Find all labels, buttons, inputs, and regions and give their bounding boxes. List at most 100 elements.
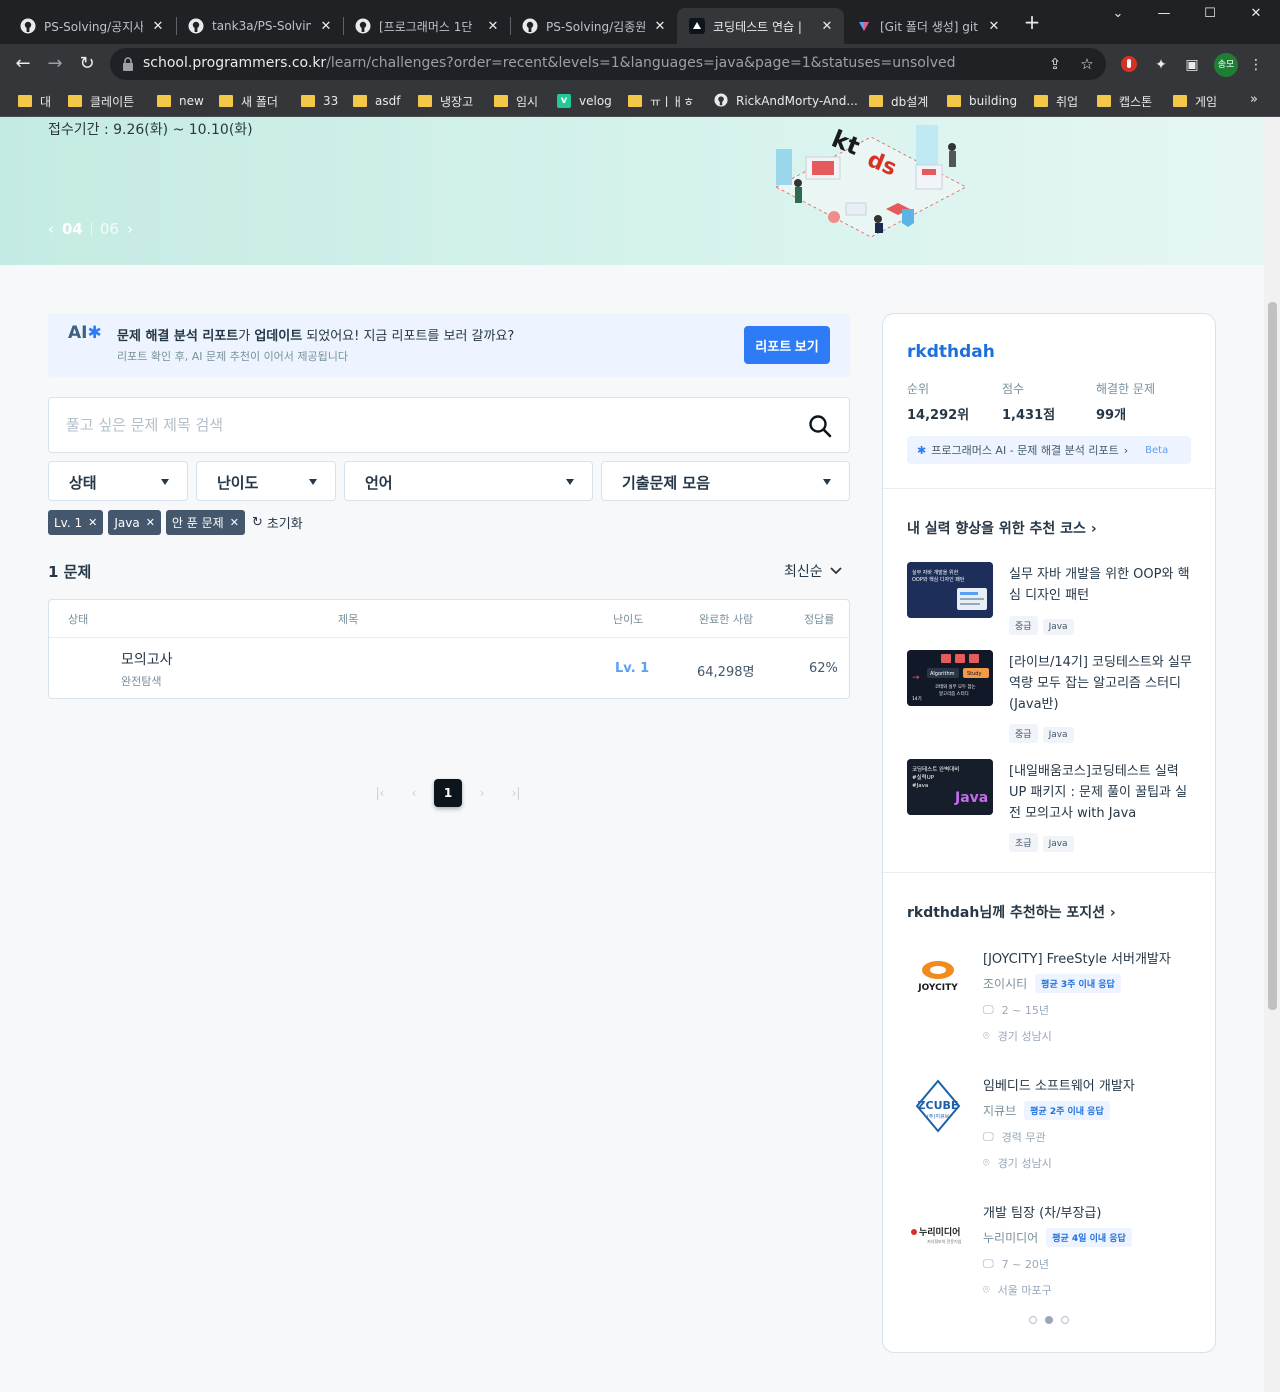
browser-tab-6[interactable]: [Git 폴더 생성] git ✕ (844, 8, 1011, 44)
close-icon[interactable]: ✕ (987, 19, 1001, 34)
browser-tab-5-active[interactable]: 코딩테스트 연습 | ✕ (677, 8, 844, 44)
col-completed: 완료한 사람 (699, 613, 754, 626)
extensions-puzzle-icon[interactable]: ✦ (1151, 55, 1171, 75)
courses-section-title[interactable]: 내 실력 향상을 위한 추천 코스 › (907, 518, 1097, 538)
bookmark-item[interactable]: db설계 (869, 91, 928, 111)
bookmark-star-icon[interactable]: ☆ (1078, 55, 1096, 73)
chevron-left-icon[interactable]: ‹ (48, 220, 54, 238)
bookmark-item[interactable]: v velog (557, 91, 612, 111)
address-bar[interactable]: school.programmers.co.kr/learn/challenge… (110, 48, 1106, 80)
back-icon[interactable]: ← (12, 53, 34, 75)
browser-tab-4[interactable]: PS-Solving/김종원 ✕ (510, 8, 677, 44)
thumb-text: Java (954, 790, 988, 806)
browser-tab-3[interactable]: [프로그래머스 1단 ✕ (343, 8, 510, 44)
reload-icon[interactable]: ↻ (76, 53, 98, 75)
positions-section-title[interactable]: rkdthdah님께 추천하는 포지션 › (907, 902, 1116, 922)
forward-icon[interactable]: → (44, 53, 66, 75)
folder-icon (353, 95, 367, 107)
position-item[interactable]: ZCUBE (주)지큐브 임베디드 소프트웨어 개발자 지큐브 평균 2주 이내 … (907, 1075, 1197, 1175)
course-thumbnail: 실무 자바 개발을 위한 OOP와 핵심 디자인 패턴 (907, 562, 993, 618)
location-row: ⌾ 경기 성남시 (983, 1029, 1052, 1043)
view-report-button[interactable]: 리포트 보기 (744, 326, 830, 364)
close-icon[interactable]: ✕ (151, 19, 165, 34)
beta-badge: Beta (1145, 444, 1169, 456)
problem-completed-count: 64,298명 (697, 665, 755, 680)
folder-icon (628, 95, 642, 107)
course-item[interactable]: Algorithm Study 코테와 실무 모두 잡는 알고리즘 스터디 14… (907, 650, 1195, 743)
github-icon (522, 18, 538, 34)
search-icon[interactable] (807, 413, 833, 439)
filter-chip-language[interactable]: Java ✕ (108, 510, 161, 535)
share-icon[interactable]: ⇪ (1046, 55, 1064, 73)
maximize-icon[interactable]: ☐ (1200, 6, 1220, 21)
chevron-down-icon (830, 567, 842, 575)
folder-icon (219, 95, 233, 107)
collection-filter[interactable]: 기출문제 모음 (601, 461, 850, 501)
page-number[interactable]: 1 (434, 779, 462, 807)
close-icon[interactable]: ✕ (88, 516, 97, 529)
thumb-text: 코테와 실무 모두 잡는 (935, 683, 976, 690)
close-icon[interactable]: ✕ (820, 19, 834, 34)
problem-title-link[interactable]: 모의고사 (121, 649, 173, 669)
difficulty-filter[interactable]: 난이도 (196, 461, 336, 501)
extension-shield-icon[interactable] (1119, 55, 1139, 75)
close-icon[interactable]: ✕ (146, 516, 155, 529)
sort-dropdown[interactable]: 최신순 (784, 561, 843, 581)
bookmark-item[interactable]: 냉장고 (418, 91, 473, 111)
browser-tab-1[interactable]: PS-Solving/공지사 ✕ (8, 8, 175, 44)
language-filter[interactable]: 언어 (344, 461, 593, 501)
carousel-dot-active[interactable] (1045, 1316, 1053, 1324)
bookmark-item[interactable]: 게임 (1173, 91, 1217, 111)
status-filter[interactable]: 상태 (48, 461, 188, 501)
position-item[interactable]: JOYCITY [JOYCITY] FreeStyle 서버개발자 조이시티 평균… (907, 948, 1197, 1048)
bookmark-item[interactable]: new (157, 91, 204, 111)
scrollbar-thumb[interactable] (1268, 302, 1277, 1010)
minimize-icon[interactable]: — (1154, 6, 1174, 21)
carousel-dot[interactable] (1061, 1316, 1069, 1324)
filter-chip-level[interactable]: Lv. 1 ✕ (48, 510, 104, 535)
prev-page-icon[interactable]: ‹ (400, 779, 428, 807)
search-input[interactable] (66, 414, 766, 436)
bookmark-item[interactable]: asdf (353, 91, 400, 111)
bookmark-item[interactable]: 취업 (1034, 91, 1078, 111)
programmers-icon (689, 18, 705, 34)
bookmark-item[interactable]: RickAndMorty-And... (714, 91, 858, 111)
bookmark-item[interactable]: 대 (18, 91, 51, 111)
profile-username[interactable]: rkdthdah (907, 342, 995, 362)
profile-avatar[interactable]: 송모 (1214, 53, 1238, 77)
window-close-icon[interactable]: ✕ (1246, 6, 1266, 21)
first-page-icon[interactable]: |‹ (366, 779, 394, 807)
carousel-dot[interactable] (1029, 1316, 1037, 1324)
course-item[interactable]: 코딩테스트 완벽대비 #실력UP #Java Java [내일배움코스]코딩테스… (907, 759, 1195, 852)
bookmark-item[interactable]: 캡스톤 (1097, 91, 1152, 111)
more-bookmarks-icon[interactable]: » (1250, 92, 1258, 107)
tab-search-icon[interactable]: ⌄ (1108, 6, 1128, 21)
course-title: 실무 자바 개발을 위한 OOP와 핵심 디자인 패턴 (1009, 567, 1190, 603)
thumb-text: 14기 (912, 695, 922, 702)
ai-report-link[interactable]: ✱ 프로그래머스 AI - 문제 해결 분석 리포트 › Beta (907, 436, 1191, 464)
last-page-icon[interactable]: ›| (502, 779, 530, 807)
side-panel-icon[interactable]: ▣ (1182, 55, 1202, 75)
close-icon[interactable]: ✕ (230, 516, 239, 529)
section-divider (883, 488, 1215, 489)
bookmark-item[interactable]: building (947, 91, 1017, 111)
close-icon[interactable]: ✕ (319, 19, 333, 34)
bookmark-item[interactable]: 임시 (494, 91, 538, 111)
page-scrollbar[interactable] (1264, 117, 1280, 1392)
course-item[interactable]: 실무 자바 개발을 위한 OOP와 핵심 디자인 패턴 실무 자바 개발을 위한… (907, 562, 1195, 635)
reset-filters-button[interactable]: ↻ 초기화 (252, 513, 303, 532)
new-tab-button[interactable]: + (1022, 12, 1042, 33)
position-item[interactable]: 누리미디어 지식정보의 전문기업 개발 팀장 (차/부장급) 누리미디어 평균 4… (907, 1202, 1197, 1302)
bookmark-item[interactable]: 33 (301, 91, 338, 111)
next-page-icon[interactable]: › (468, 779, 496, 807)
bookmark-item[interactable]: 클레이튼 (68, 91, 134, 111)
bookmark-item[interactable]: 새 폴더 (219, 91, 278, 111)
filter-chip-status[interactable]: 안 푼 문제 ✕ (165, 510, 245, 535)
bookmark-item[interactable]: ㅠㅣㅐㅎ (628, 91, 694, 111)
event-banner[interactable]: 접수기간 : 9.26(화) ~ 10.10(화) ‹ 04 06 › kt d… (0, 117, 1264, 265)
close-icon[interactable]: ✕ (653, 19, 667, 34)
browser-tab-2[interactable]: tank3a/PS-Solving ✕ (176, 8, 343, 44)
chevron-right-icon[interactable]: › (127, 220, 133, 238)
kebab-menu-icon[interactable]: ⋮ (1246, 55, 1266, 75)
close-icon[interactable]: ✕ (486, 19, 500, 34)
